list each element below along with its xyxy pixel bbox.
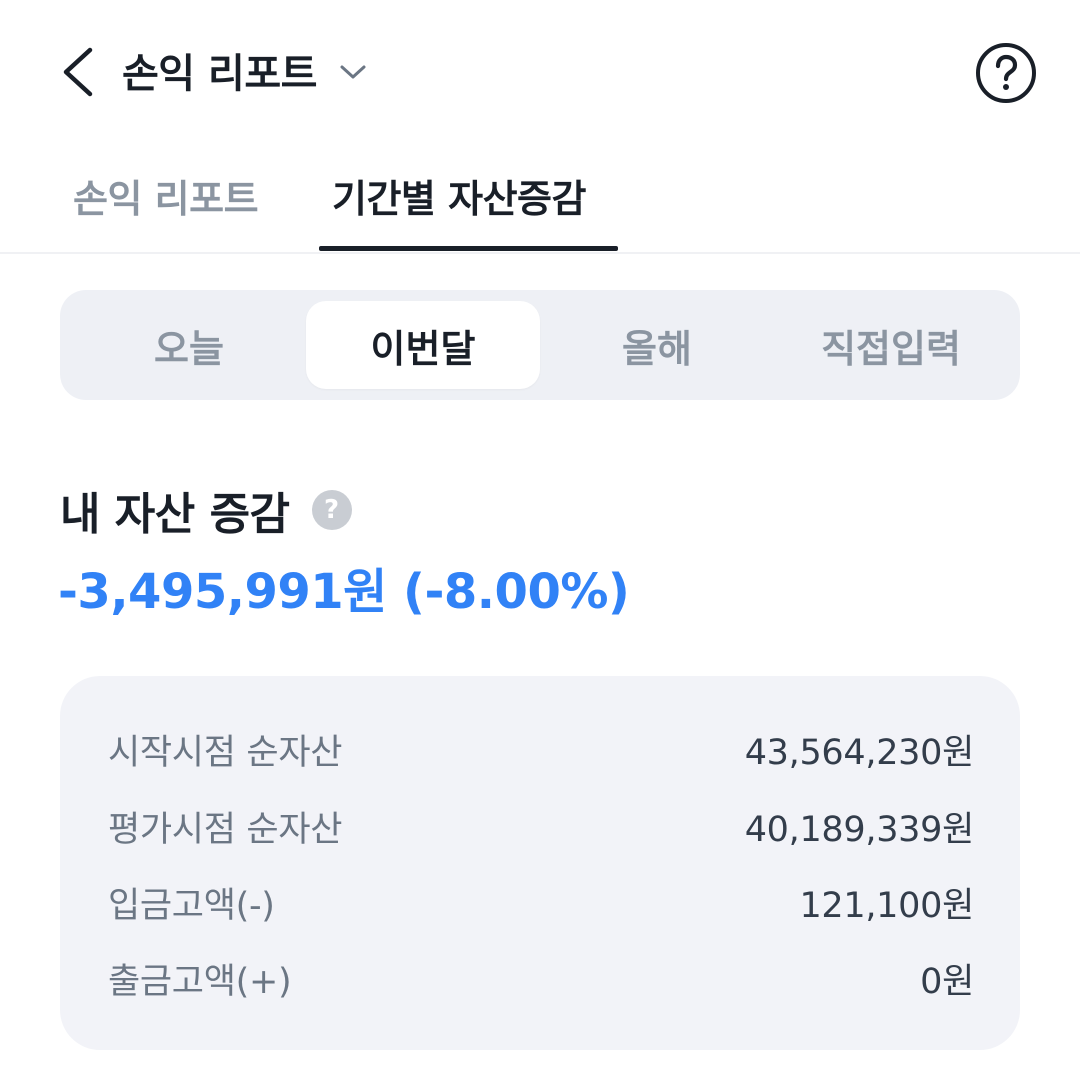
app-header: 손익 리포트 (0, 0, 1080, 140)
asset-change-value: -3,495,991원 (-8.00%) (58, 564, 630, 620)
active-tab-indicator (319, 246, 618, 251)
tab-period-asset-change[interactable]: 기간별 자산증감 (332, 168, 586, 223)
summary-heading: 내 자산 증감 ? (60, 478, 352, 542)
detail-row: 입금고액(-) 121,100원 (108, 877, 974, 927)
detail-row: 출금고액(+) 0원 (108, 953, 974, 1003)
info-icon[interactable]: ? (311, 490, 352, 530)
tab-bar: 손익 리포트 기간별 자산증감 (0, 150, 1080, 254)
detail-label: 평가시점 순자산 (108, 810, 343, 850)
summary-title: 내 자산 증감 (60, 489, 290, 540)
chevron-left-icon (63, 47, 93, 97)
period-option-this-year[interactable]: 올해 (540, 290, 774, 400)
detail-label: 입금고액(-) (108, 886, 275, 926)
back-button[interactable] (56, 44, 104, 100)
detail-value: 121,100원 (799, 886, 974, 926)
detail-value: 43,564,230원 (744, 733, 975, 773)
tab-profit-report[interactable]: 손익 리포트 (73, 168, 259, 223)
detail-card: 시작시점 순자산 43,564,230원 평가시점 순자산 40,189,339… (60, 676, 1020, 1050)
chevron-down-icon (340, 65, 366, 79)
period-option-today[interactable]: 오늘 (72, 290, 306, 400)
detail-row: 시작시점 순자산 43,564,230원 (108, 724, 975, 774)
period-option-custom[interactable]: 직접입력 (774, 290, 1008, 400)
detail-label: 시작시점 순자산 (108, 733, 343, 773)
period-selector: 오늘 이번달 올해 직접입력 (60, 290, 1020, 400)
detail-row: 평가시점 순자산 40,189,339원 (108, 801, 975, 851)
title-dropdown[interactable]: 손익 리포트 (122, 40, 367, 100)
help-button[interactable] (975, 42, 1037, 104)
question-circle-icon (976, 43, 1036, 103)
page-title: 손익 리포트 (122, 51, 317, 97)
detail-label: 출금고액(+) (108, 962, 292, 1002)
period-option-this-month[interactable]: 이번달 (306, 301, 540, 389)
detail-value: 0원 (920, 962, 974, 1002)
detail-value: 40,189,339원 (744, 810, 975, 850)
